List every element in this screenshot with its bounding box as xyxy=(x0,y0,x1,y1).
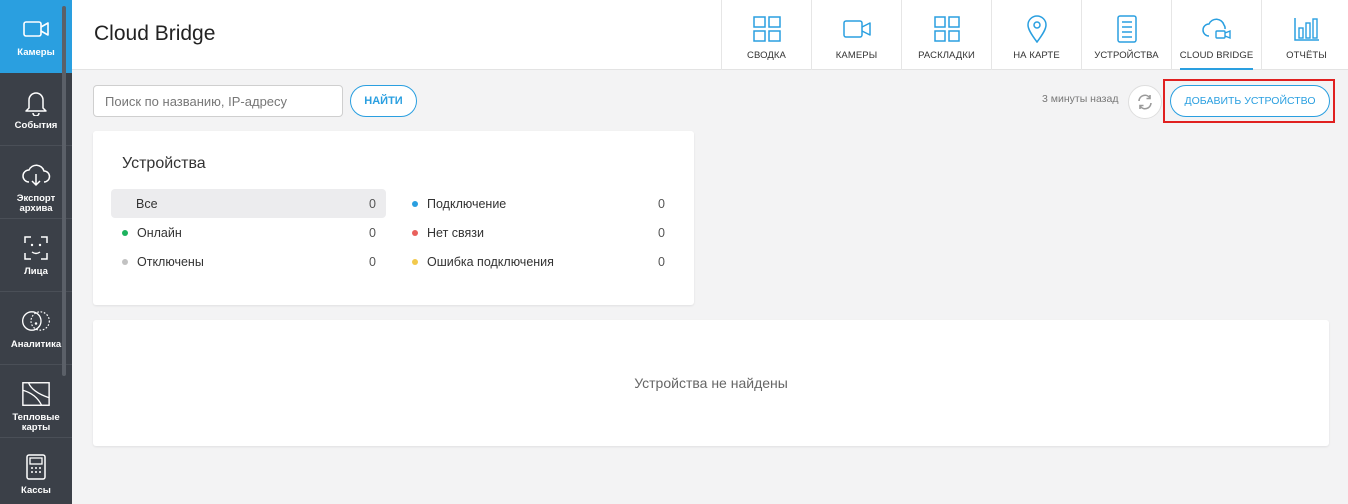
last-updated-text: 3 минуты назад xyxy=(1042,93,1119,105)
filter-no-connection[interactable]: Нет связи 0 xyxy=(401,218,675,247)
refresh-icon xyxy=(1138,94,1152,110)
filter-count: 0 xyxy=(658,196,665,211)
analytics-icon xyxy=(21,306,51,336)
heatmap-icon xyxy=(21,379,51,409)
tab-label: НА КАРТЕ xyxy=(1013,50,1060,61)
filter-count: 0 xyxy=(369,196,376,211)
tab-reports[interactable]: ОТЧЁТЫ xyxy=(1261,0,1348,70)
face-icon xyxy=(21,233,51,263)
tab-label: СВОДКА xyxy=(747,50,786,61)
filter-label: Ошибка подключения xyxy=(427,254,554,269)
filter-label: Онлайн xyxy=(137,225,182,240)
map-pin-icon xyxy=(1021,14,1053,44)
find-button[interactable]: НАЙТИ xyxy=(350,85,417,117)
cloud-camera-icon xyxy=(1201,14,1233,44)
tab-layouts[interactable]: РАСКЛАДКИ xyxy=(901,0,991,70)
search-input[interactable] xyxy=(93,85,343,117)
bell-icon xyxy=(21,87,51,117)
camera-icon xyxy=(841,14,873,44)
refresh-button[interactable] xyxy=(1128,85,1162,119)
sidebar-item-heatmaps[interactable]: Тепловые карты xyxy=(0,365,72,438)
filter-connection-error[interactable]: Ошибка подключения 0 xyxy=(401,247,675,276)
sidebar-item-cash-registers[interactable]: Кассы xyxy=(0,438,72,504)
tab-cloud-bridge[interactable]: CLOUD BRIDGE xyxy=(1171,0,1261,70)
add-device-button[interactable]: ДОБАВИТЬ УСТРОЙСТВО xyxy=(1170,85,1330,117)
tab-on-map[interactable]: НА КАРТЕ xyxy=(991,0,1081,70)
status-dot xyxy=(122,258,128,265)
sidebar-scrollbar[interactable] xyxy=(62,6,66,376)
device-icon xyxy=(1111,14,1143,44)
filter-label: Нет связи xyxy=(427,225,484,240)
sidebar-item-label: Лица xyxy=(24,266,48,277)
status-dot xyxy=(412,200,418,207)
sidebar-item-label: Тепловые карты xyxy=(12,412,60,433)
card-title: Устройства xyxy=(122,155,206,172)
filter-online[interactable]: Онлайн 0 xyxy=(111,218,386,247)
tab-label: CLOUD BRIDGE xyxy=(1179,50,1254,61)
filter-count: 0 xyxy=(369,225,376,240)
tab-label: КАМЕРЫ xyxy=(835,50,878,61)
filter-connecting[interactable]: Подключение 0 xyxy=(401,189,675,218)
page-title: Cloud Bridge xyxy=(94,22,216,45)
tab-cameras[interactable]: КАМЕРЫ xyxy=(811,0,901,70)
sidebar: Камеры События Экспорт архива Лица Анали… xyxy=(0,0,72,504)
tab-devices[interactable]: УСТРОЙСТВА xyxy=(1081,0,1171,70)
filter-count: 0 xyxy=(658,225,665,240)
tab-label: ОТЧЁТЫ xyxy=(1286,50,1327,61)
filter-label: Отключены xyxy=(137,254,204,269)
tab-label: РАСКЛАДКИ xyxy=(918,50,975,61)
status-dot xyxy=(122,229,128,236)
filter-count: 0 xyxy=(658,254,665,269)
filter-label: Подключение xyxy=(427,196,507,211)
camera-icon xyxy=(21,14,51,44)
bar-chart-icon xyxy=(1291,14,1323,44)
sidebar-item-label: Кассы xyxy=(21,485,51,496)
sidebar-item-label: Камеры xyxy=(17,47,55,58)
sidebar-item-label: События xyxy=(14,120,58,131)
devices-list-panel: Устройства не найдены xyxy=(93,320,1329,446)
filter-count: 0 xyxy=(369,254,376,269)
layout-icon xyxy=(931,14,963,44)
status-dot xyxy=(412,229,418,236)
filter-label: Все xyxy=(136,196,158,211)
status-dot xyxy=(412,258,418,265)
header: Cloud Bridge СВОДКА КАМЕРЫ РАСКЛАДКИ НА … xyxy=(72,0,1348,70)
cloud-download-icon xyxy=(21,160,51,190)
tab-summary[interactable]: СВОДКА xyxy=(721,0,811,70)
grid-icon xyxy=(751,14,783,44)
filter-all[interactable]: Все 0 xyxy=(111,189,386,218)
devices-stats-card: Устройства Все 0 Онлайн 0 Отключены 0 По… xyxy=(93,131,694,305)
filter-offline[interactable]: Отключены 0 xyxy=(111,247,386,276)
cash-register-icon xyxy=(21,452,51,482)
empty-message: Устройства не найдены xyxy=(634,375,788,391)
sidebar-item-label: Аналитика xyxy=(10,339,62,350)
top-nav: СВОДКА КАМЕРЫ РАСКЛАДКИ НА КАРТЕ УСТРОЙС… xyxy=(721,0,1348,70)
tab-label: УСТРОЙСТВА xyxy=(1094,50,1159,61)
